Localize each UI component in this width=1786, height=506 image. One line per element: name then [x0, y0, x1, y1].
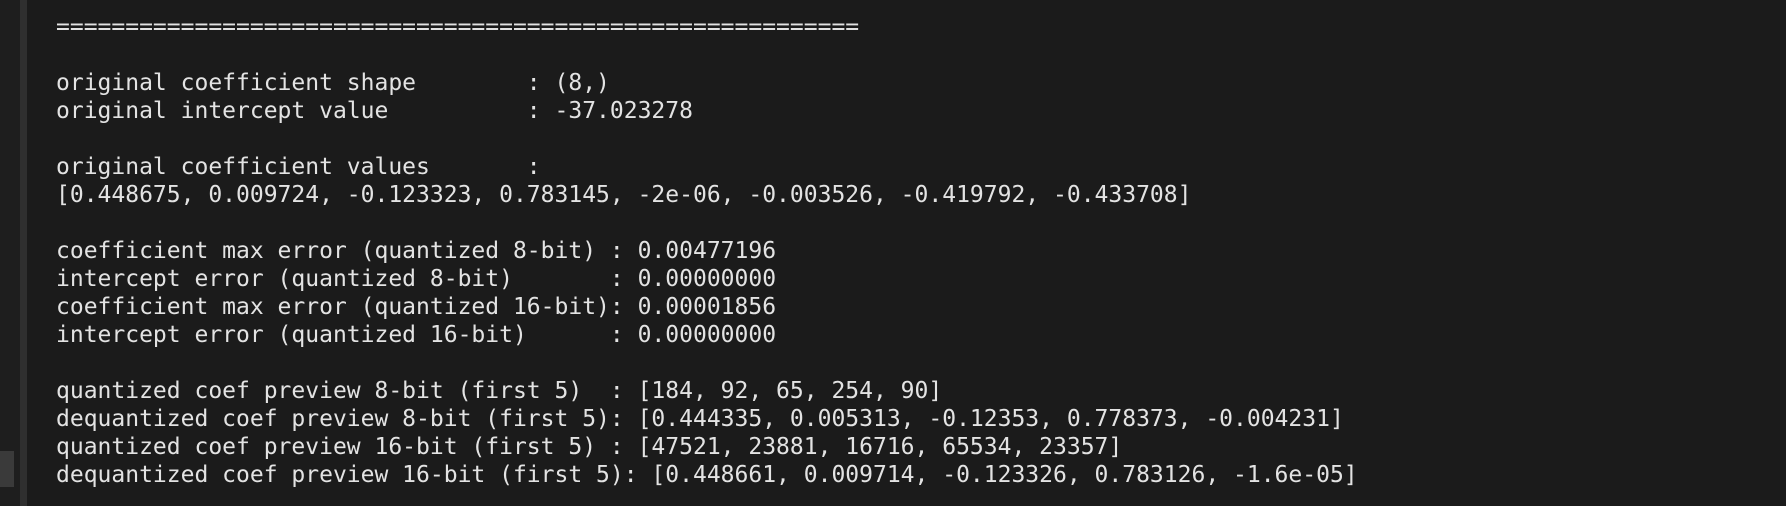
separator-line: ========================================… — [56, 14, 860, 40]
coef-max-error-8bit-line: coefficient max error (quantized 8-bit) … — [56, 238, 777, 264]
gutter-marker — [0, 451, 14, 487]
quantized-preview-16bit-line: quantized coef preview 16-bit (first 5) … — [56, 434, 1123, 460]
vertical-scrollbar[interactable] — [20, 0, 27, 506]
coef-max-error-16bit-line: coefficient max error (quantized 16-bit)… — [56, 294, 777, 320]
left-gutter — [0, 0, 20, 506]
terminal-output[interactable]: ========================================… — [56, 13, 1756, 503]
dequantized-preview-16bit-line: dequantized coef preview 16-bit (first 5… — [56, 462, 1358, 488]
coefficient-values-label: original coefficient values : — [56, 154, 541, 180]
intercept-error-16bit-line: intercept error (quantized 16-bit) : 0.0… — [56, 322, 777, 348]
quantized-preview-8bit-line: quantized coef preview 8-bit (first 5) :… — [56, 378, 943, 404]
intercept-value-line: original intercept value : -37.023278 — [56, 98, 693, 124]
dequantized-preview-8bit-line: dequantized coef preview 8-bit (first 5)… — [56, 406, 1344, 432]
intercept-error-8bit-line: intercept error (quantized 8-bit) : 0.00… — [56, 266, 777, 292]
coefficient-values-array: [0.448675, 0.009724, -0.123323, 0.783145… — [56, 182, 1192, 208]
coefficient-shape-line: original coefficient shape : (8,) — [56, 70, 610, 96]
